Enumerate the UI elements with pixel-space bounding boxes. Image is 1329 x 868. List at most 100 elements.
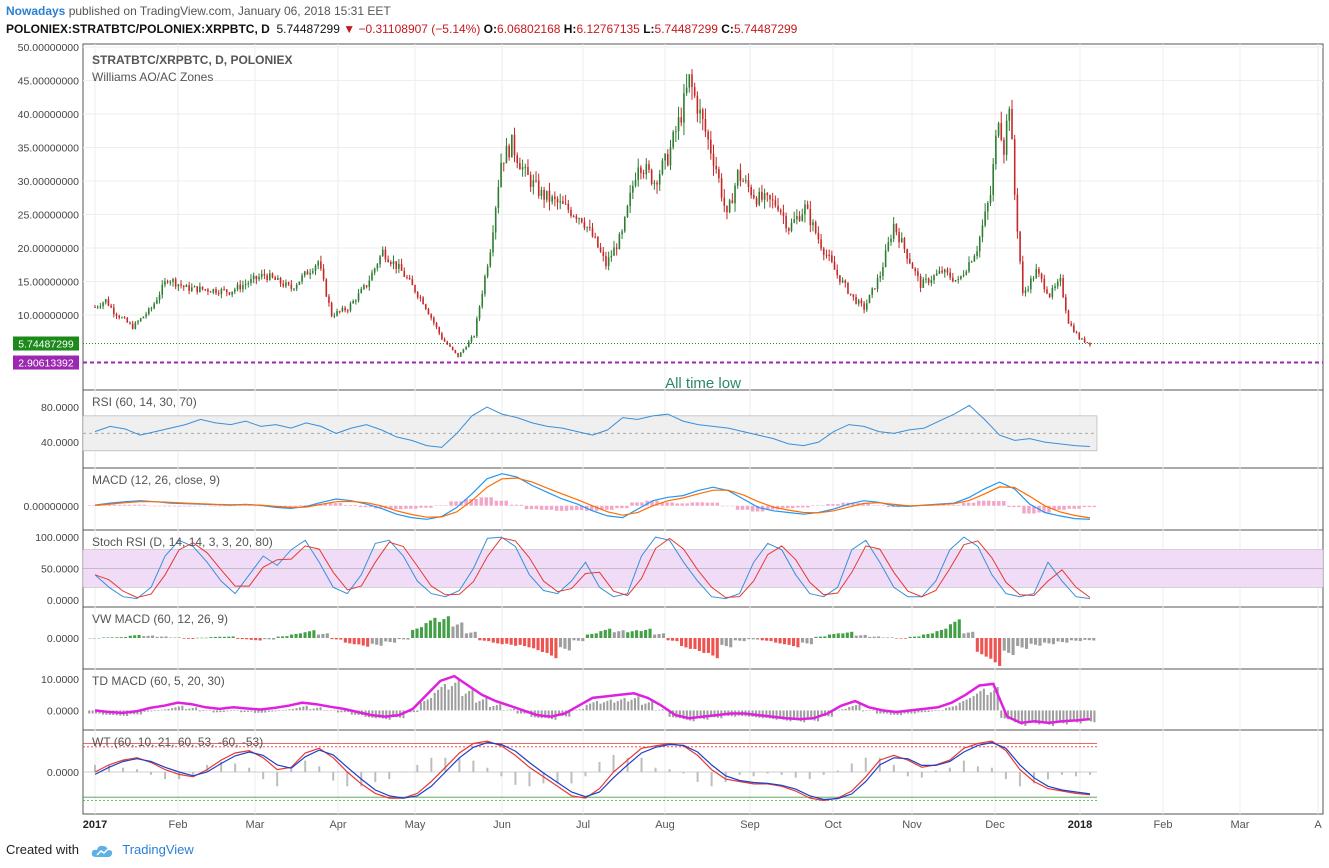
tdmacd-bar (958, 702, 961, 711)
candle-body (231, 291, 233, 295)
vwmacd-bar (523, 638, 527, 647)
candle-body (537, 180, 540, 197)
chart-title: STRATBTC/XRPBTC, D, POLONIEX (92, 53, 292, 67)
candle-body (771, 199, 774, 201)
vwmacd-bar (240, 638, 244, 640)
candle-body (1070, 323, 1072, 326)
tdmacd-bar (298, 707, 301, 711)
tdmacd-bar (188, 708, 191, 711)
vwmacd-bar (496, 638, 500, 644)
candle-body (965, 271, 968, 275)
tdmacd-bar (654, 710, 657, 711)
candle-body (158, 294, 161, 301)
macd-histogram-bar (504, 500, 508, 506)
candle-body (1027, 289, 1029, 291)
candle-body (513, 134, 516, 156)
candle-body (142, 316, 145, 319)
candle-body (750, 187, 752, 196)
y-tick-label: 20.00000000 (18, 243, 79, 255)
y-tick-label: 0.00000000 (24, 501, 80, 513)
chart-area[interactable]: 2017 Feb Mar Apr May Jun Jul Aug Sep Oct Nov Dec 201… (0, 0, 1329, 868)
wt-histogram-bar (682, 772, 685, 774)
candle-body (449, 344, 451, 347)
macd-histogram-bar (157, 505, 162, 507)
vwmacd-bar (980, 638, 984, 655)
tdmacd-bar (986, 694, 989, 711)
macd-histogram-bar (419, 505, 423, 508)
tdmacd-bar (340, 710, 343, 713)
candle-body (199, 286, 201, 292)
vwmacd-bar (204, 637, 208, 639)
macd-histogram-bar (781, 505, 785, 509)
vwmacd-bar (1051, 638, 1055, 645)
candle-body (685, 87, 688, 94)
candle-body (473, 336, 475, 338)
candle-body (1051, 288, 1054, 297)
candle-body (387, 259, 389, 263)
vwmacd-bar (303, 632, 307, 638)
vwmacd-bar (527, 638, 531, 648)
macd-histogram-bar (630, 502, 634, 506)
vwmacd-bar (644, 629, 648, 638)
vwmacd-bar (92, 638, 96, 639)
candle-body (484, 276, 486, 294)
vwmacd-bar (850, 631, 854, 638)
x-tick-label: Jun (493, 819, 511, 831)
candle-body (115, 314, 118, 316)
tdmacd-bar (208, 710, 212, 711)
macd-histogram-bar (549, 505, 554, 510)
candle-body (798, 216, 801, 221)
candle-body (1062, 278, 1064, 298)
tradingview-link[interactable]: TradingView (122, 842, 194, 857)
vwmacd-bar (321, 633, 325, 638)
tdmacd-bar (1093, 710, 1096, 723)
macd-histogram-bar (685, 503, 689, 506)
tdmacd-bar (841, 709, 844, 711)
tdmacd-bar (212, 710, 215, 713)
vwmacd-bar (585, 634, 589, 638)
candle-body (871, 288, 873, 295)
candle-body (465, 347, 467, 350)
vwmacd-bar (209, 637, 213, 638)
tdmacd-bar (240, 710, 243, 713)
candle-body (736, 170, 739, 186)
candle-body (634, 179, 637, 186)
tdmacd-bar (336, 710, 339, 713)
tdmacd-bar (267, 710, 270, 712)
wt-histogram-bar (850, 763, 853, 772)
candle-body (540, 189, 543, 197)
y-tick-label: 45.00000000 (18, 76, 79, 88)
vwmacd-bar (984, 638, 988, 657)
candle-body (476, 318, 478, 337)
macd-histogram-bar (539, 505, 544, 510)
vwmacd-bar (809, 638, 813, 645)
candle-body (225, 289, 228, 293)
candle-body (293, 288, 295, 290)
macd-histogram-bar (187, 505, 192, 507)
candle-body (244, 284, 247, 286)
vwmacd-bar (1034, 638, 1038, 645)
vwmacd-bar (814, 636, 818, 638)
wt-histogram-bar (976, 766, 979, 772)
current-price-label: 5.74487299 (18, 339, 74, 351)
vwmacd-bar (195, 637, 200, 639)
vwmacd-bar (325, 633, 329, 638)
wt-histogram-bar (780, 772, 783, 775)
vwmacd-bar (312, 630, 316, 638)
candle-body (403, 270, 406, 277)
macd-histogram-bar (705, 502, 710, 506)
tdmacd-bar (174, 707, 177, 711)
vwmacd-bar (532, 638, 536, 649)
candle-body (182, 285, 185, 287)
tdmacd-bar (976, 693, 979, 711)
macd-histogram-bar (640, 502, 644, 506)
macd-histogram-bar (977, 500, 981, 506)
vwmacd-bar (218, 636, 222, 638)
vwmacd-bar (281, 636, 285, 638)
candle-body (430, 314, 432, 318)
candle-body (796, 216, 798, 220)
candle-body (139, 318, 142, 322)
pane-title: WT (60, 10, 21, 60, 53, -60, -53) (92, 735, 263, 749)
candle-body (621, 231, 623, 235)
candle-body (962, 274, 965, 276)
